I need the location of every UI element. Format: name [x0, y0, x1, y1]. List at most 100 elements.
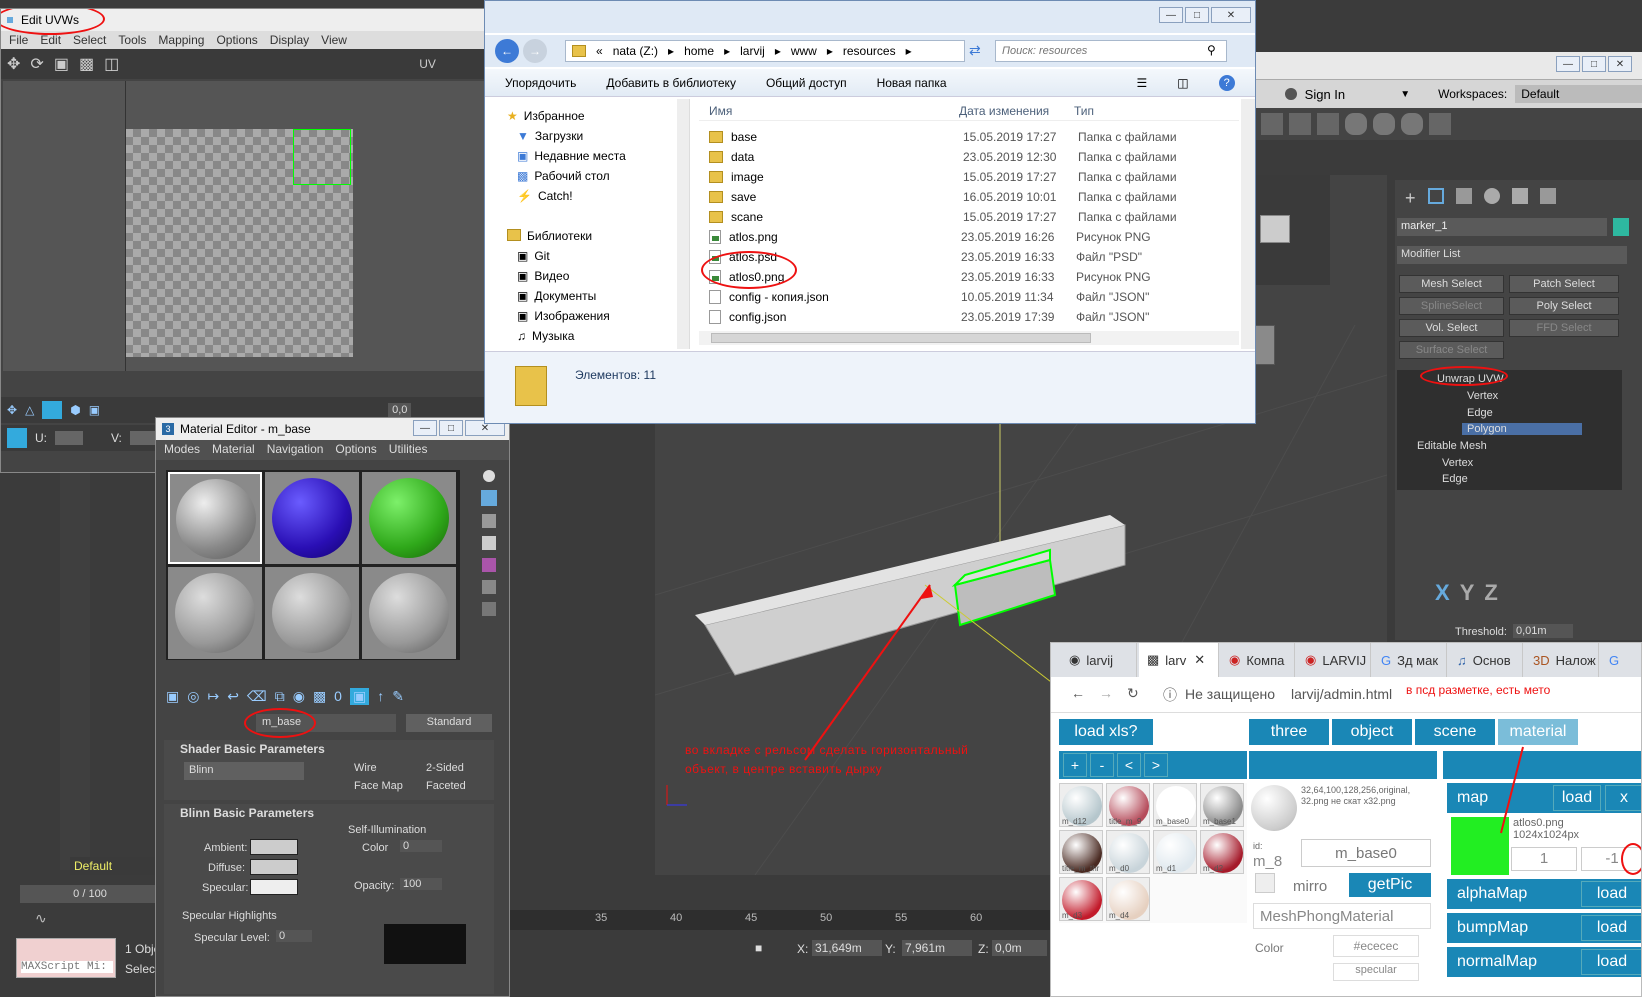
menu-mapping[interactable]: Mapping [158, 33, 204, 47]
nav-item-music[interactable]: ♫ Музыка [517, 329, 574, 343]
two-sided-checkbox[interactable]: 2-Sided [426, 762, 464, 774]
nav-object-button[interactable]: object [1332, 719, 1412, 745]
material-thumbnail[interactable]: m_base0 [1153, 783, 1197, 827]
menu-select[interactable]: Select [73, 33, 106, 47]
viewcube-top-icon[interactable] [1260, 215, 1290, 243]
mirror-icon[interactable]: ◫ [104, 54, 119, 74]
add-to-library-button[interactable]: Добавить в библиотеку [606, 76, 736, 90]
tab-larv-active[interactable]: ▩ larv ✕ [1139, 643, 1219, 677]
breadcrumb-larvij[interactable]: larvij [740, 44, 765, 58]
normal-load-button[interactable]: load [1581, 949, 1641, 975]
minimize-icon[interactable]: — [1556, 56, 1580, 72]
back-button-icon[interactable]: ← [495, 39, 519, 63]
poly-select-button[interactable]: Poly Select [1509, 297, 1619, 315]
share-button[interactable]: Общий доступ [766, 76, 847, 90]
file-list-scrollbar[interactable] [1241, 99, 1255, 349]
file-row[interactable]: base 15.05.2019 17:27 Папка с файлами [699, 127, 1239, 147]
spline-select-button[interactable]: SplineSelect [1399, 297, 1504, 315]
map-clear-button[interactable]: x [1605, 785, 1641, 811]
material-thumbnail[interactable]: m_d2 [1200, 830, 1244, 874]
object-name-field[interactable]: marker_1 [1397, 218, 1607, 236]
favorites-group[interactable]: ★ Избранное [507, 109, 585, 123]
tab-larvij[interactable]: ◉ larvij [1061, 643, 1137, 677]
z-coord-field[interactable]: 0,0m [992, 940, 1047, 956]
search-input[interactable] [995, 40, 1227, 62]
maxscript-input[interactable]: MAXScript Mi: [21, 961, 113, 973]
uv-mode-icon[interactable] [7, 428, 27, 448]
menu-options[interactable]: Options [216, 33, 257, 47]
file-row[interactable]: atlos.png 23.05.2019 16:26 Рисунок PNG [699, 227, 1239, 247]
faceted-checkbox[interactable]: Faceted [426, 780, 466, 792]
load-xls-button[interactable]: load xls? [1059, 719, 1153, 745]
search-icon[interactable]: ⚲ [1207, 43, 1216, 57]
nav-item-downloads[interactable]: ▼ Загрузки [517, 129, 583, 143]
nav-item-desktop[interactable]: ▩ Рабочий стол [517, 169, 610, 183]
mesh-select-button[interactable]: Mesh Select [1399, 275, 1504, 293]
y-axis-icon[interactable]: Y [1460, 580, 1475, 606]
nav-item-catch[interactable]: ⚡ Catch! [517, 189, 573, 203]
diffuse-swatch[interactable] [250, 859, 298, 875]
menu-options[interactable]: Options [335, 442, 376, 458]
breadcrumb-drive[interactable]: nata (Z:) [613, 44, 658, 58]
face-map-checkbox[interactable]: Face Map [354, 780, 403, 792]
menu-material[interactable]: Material [212, 442, 255, 458]
rollout-header[interactable]: Shader Basic Parameters [164, 740, 494, 758]
breadcrumb-resources[interactable]: resources [843, 44, 896, 58]
file-row[interactable]: scane 15.05.2019 17:27 Папка с файлами [699, 207, 1239, 227]
menu-navigation[interactable]: Navigation [267, 442, 324, 458]
modifier-list[interactable]: Modifier List [1397, 246, 1627, 264]
view-options-icon[interactable]: ☰ [1137, 76, 1148, 90]
sample-type-icon[interactable] [483, 470, 495, 482]
tab-kompa[interactable]: ◉ Компа [1221, 643, 1295, 677]
url-field[interactable]: larvij/admin.html [1291, 686, 1392, 702]
teapot-icon[interactable] [1373, 113, 1395, 135]
material-thumbnail[interactable]: m_d4 [1106, 877, 1150, 921]
sample-slot[interactable] [265, 472, 359, 564]
file-row[interactable]: config - копия.json 10.05.2019 11:34 Файл … [699, 287, 1239, 307]
material-name-input[interactable] [1301, 839, 1431, 867]
nav-material-button[interactable]: material [1498, 719, 1578, 745]
maxscript-listener[interactable]: MAXScript Mi: [16, 938, 116, 978]
vol-select-button[interactable]: Vol. Select [1399, 319, 1504, 337]
tool-icon[interactable]: △ [25, 403, 34, 417]
go-parent-icon[interactable]: ↑ [377, 688, 384, 705]
preview-icon[interactable] [482, 580, 496, 594]
specular-input[interactable]: specular [1333, 963, 1419, 981]
delete-icon[interactable]: ⌫ [247, 688, 267, 705]
forward-button-icon[interactable]: → [523, 39, 547, 63]
tool-icon[interactable] [1317, 113, 1339, 135]
tool-icon[interactable] [42, 401, 63, 419]
breadcrumb-home[interactable]: home [684, 44, 714, 58]
y-coord-field[interactable]: 7,961m [902, 940, 972, 956]
teapot-icon[interactable] [1401, 113, 1423, 135]
hierarchy-icon[interactable] [1455, 188, 1472, 204]
column-name-header[interactable]: Имя [709, 104, 732, 118]
menu-modes[interactable]: Modes [164, 442, 200, 458]
back-icon[interactable]: ← [1071, 685, 1085, 701]
column-date-header[interactable]: Дата изменения [959, 104, 1049, 118]
new-folder-button[interactable]: Новая папка [877, 76, 947, 90]
material-thumbnail[interactable]: m_base1 [1200, 783, 1244, 827]
tool-icon[interactable] [1289, 113, 1311, 135]
patch-select-button[interactable]: Patch Select [1509, 275, 1619, 293]
threshold-field[interactable]: 0,01m [1513, 624, 1573, 638]
file-row[interactable]: data 23.05.2019 12:30 Папка с файлами [699, 147, 1239, 167]
nav-three-button[interactable]: three [1249, 719, 1329, 745]
alpha-load-button[interactable]: load [1581, 881, 1641, 907]
menu-utilities[interactable]: Utilities [389, 442, 428, 458]
stack-item-edge-2[interactable]: Edge [1442, 473, 1468, 485]
id-icon[interactable]: 0 [334, 688, 342, 705]
breadcrumb-www[interactable]: www [791, 44, 817, 58]
prev-button[interactable]: < [1117, 753, 1141, 777]
motion-icon[interactable] [1483, 188, 1500, 204]
scale-icon[interactable]: ▣ [54, 54, 69, 74]
stack-item-vertex-2[interactable]: Vertex [1442, 457, 1473, 469]
sign-in-button[interactable]: Sign In [1305, 87, 1393, 102]
put-scene-icon[interactable]: ◎ [187, 688, 199, 705]
modify-icon[interactable] [1427, 188, 1444, 204]
sample-slot[interactable] [362, 472, 456, 564]
maximize-icon[interactable]: □ [1582, 56, 1606, 72]
u-field[interactable] [55, 431, 83, 445]
material-thumbnail[interactable]: m_d3 [1059, 877, 1103, 921]
add-button[interactable]: + [1063, 753, 1087, 777]
